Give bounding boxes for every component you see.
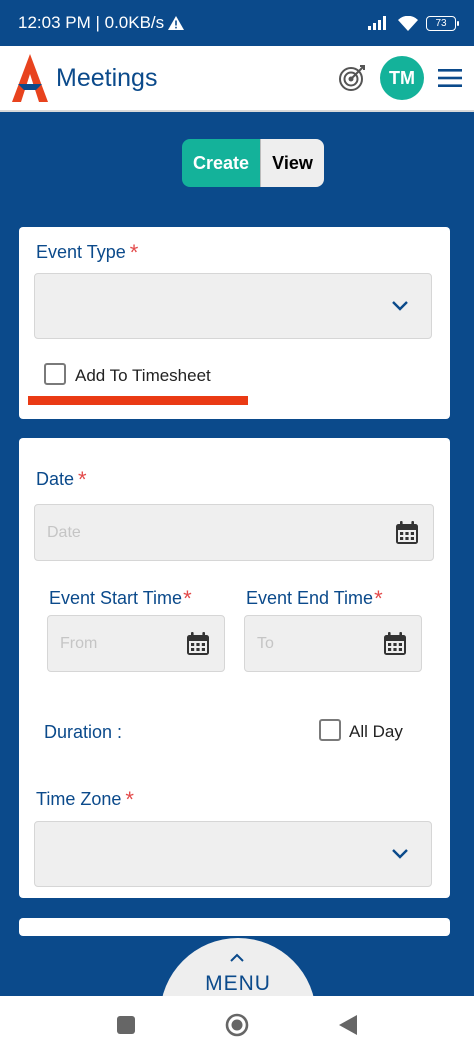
view-button[interactable]: View [260, 139, 324, 187]
avatar[interactable]: TM [380, 56, 424, 100]
back-icon[interactable] [339, 1014, 357, 1035]
warning-icon [168, 16, 185, 30]
event-end-time-label: Event End Time* [246, 586, 383, 611]
all-day-checkbox[interactable] [319, 719, 341, 741]
mode-toggle: Create View [182, 139, 324, 187]
required-mark: * [78, 467, 87, 492]
recent-apps-icon[interactable] [117, 1015, 135, 1034]
highlight-underline [28, 396, 248, 405]
event-start-time-label: Event Start Time* [49, 586, 192, 611]
event-end-time-input[interactable]: To [244, 615, 422, 672]
chevron-up-icon [230, 953, 244, 962]
page-title: Meetings [56, 63, 158, 92]
chevron-down-icon [392, 301, 408, 311]
hamburger-menu-icon[interactable] [438, 68, 462, 88]
app-bar: Meetings TM [0, 46, 474, 112]
end-time-placeholder: To [257, 634, 274, 652]
status-bar: 12:03 PM | 0.0KB/s 73 [0, 0, 474, 46]
calendar-icon[interactable] [383, 631, 407, 656]
all-day-label: All Day [349, 722, 403, 741]
start-time-placeholder: From [60, 634, 98, 652]
home-icon[interactable] [225, 1013, 249, 1037]
date-input[interactable]: Date [34, 504, 434, 561]
date-placeholder: Date [47, 523, 81, 541]
signal-icon [368, 16, 386, 30]
required-mark: * [374, 586, 383, 611]
battery-level: 73 [435, 17, 447, 29]
system-nav-bar [0, 996, 474, 1053]
required-mark: * [129, 240, 139, 265]
required-mark: * [183, 586, 192, 611]
status-time: 12:03 PM | 0.0KB/s [18, 13, 165, 32]
event-start-time-input[interactable]: From [47, 615, 225, 672]
create-button[interactable]: Create [182, 139, 260, 187]
battery-icon: 73 [426, 15, 459, 31]
wifi-icon [398, 15, 418, 31]
add-to-timesheet-label: Add To Timesheet [75, 366, 211, 385]
chevron-down-icon [392, 849, 408, 859]
next-card [19, 918, 450, 936]
target-icon[interactable] [338, 64, 366, 92]
calendar-icon[interactable] [395, 520, 419, 545]
add-to-timesheet-checkbox[interactable] [44, 363, 66, 385]
duration-label: Duration : [44, 722, 123, 742]
event-type-select[interactable] [34, 273, 432, 339]
event-type-label: Event Type * [36, 240, 139, 265]
calendar-icon[interactable] [186, 631, 210, 656]
time-zone-select[interactable] [34, 821, 432, 887]
date-label: Date * [36, 467, 87, 492]
time-zone-label: Time Zone * [36, 787, 134, 812]
required-mark: * [125, 787, 134, 812]
menu-label: MENU [205, 972, 271, 995]
app-logo-icon [12, 54, 48, 102]
